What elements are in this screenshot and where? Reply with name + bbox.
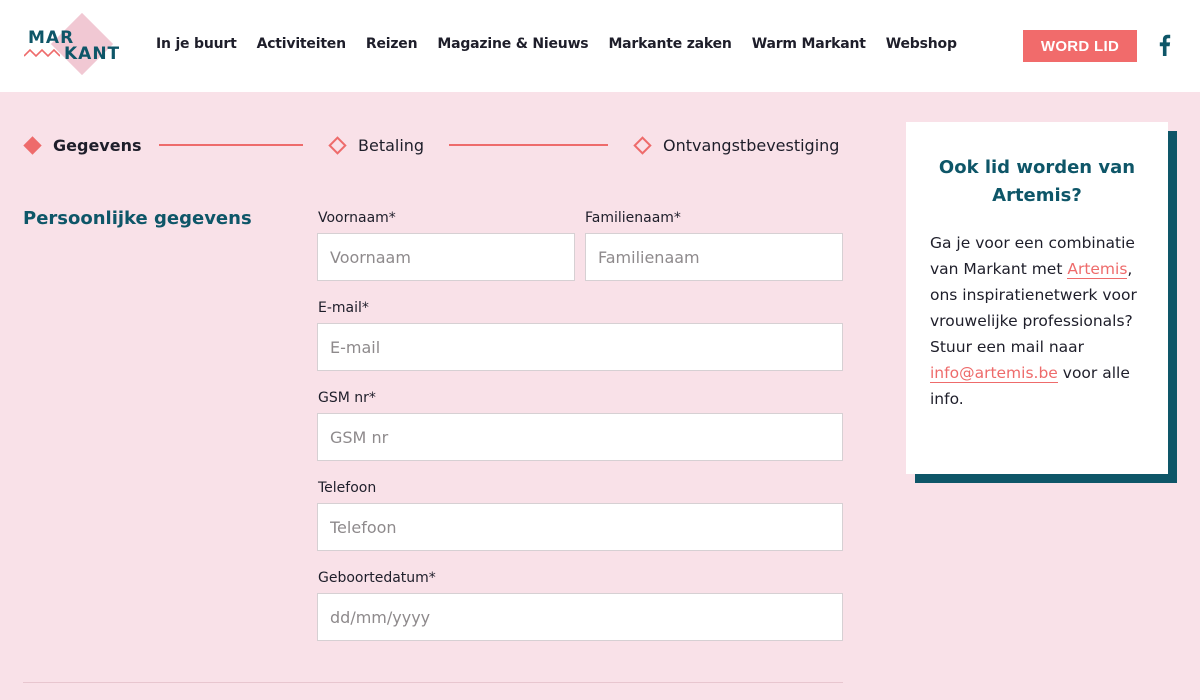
facebook-icon[interactable]: [1156, 34, 1172, 56]
section-title: Persoonlijke gegevens: [23, 208, 252, 229]
nav-item-activiteiten[interactable]: Activiteiten: [257, 36, 346, 52]
markant-logo[interactable]: MAR KANT: [24, 12, 128, 78]
info-card-body: Ga je voor een combinatie van Markant me…: [930, 230, 1144, 412]
step-active-diamond-icon: [23, 136, 42, 155]
geboortedatum-input[interactable]: [317, 593, 843, 641]
section-divider: [23, 682, 843, 683]
nav-item-warm-markant[interactable]: Warm Markant: [752, 36, 866, 52]
step-connector: [449, 144, 608, 146]
geboortedatum-label: Geboortedatum*: [318, 570, 436, 586]
step-inactive-diamond-icon: [633, 136, 652, 155]
gsm-label: GSM nr*: [318, 390, 376, 406]
nav-item-magazine-nieuws[interactable]: Magazine & Nieuws: [437, 36, 588, 52]
artemis-email-link[interactable]: info@artemis.be: [930, 364, 1058, 383]
artemis-info-card: Ook lid worden van Artemis? Ga je voor e…: [906, 122, 1168, 474]
familienaam-input[interactable]: [585, 233, 843, 281]
step-betaling: Betaling: [328, 136, 424, 155]
nav-item-in-je-buurt[interactable]: In je buurt: [156, 36, 237, 52]
email-label: E-mail*: [318, 300, 369, 316]
word-lid-button[interactable]: WORD LID: [1023, 30, 1137, 62]
artemis-link[interactable]: Artemis: [1067, 260, 1128, 279]
step-label: Gegevens: [53, 136, 142, 155]
logo-wave-icon: [24, 48, 60, 58]
step-ontvangstbevestiging: Ontvangstbevestiging: [633, 136, 839, 155]
logo-text-line2: KANT: [64, 44, 121, 64]
step-label: Ontvangstbevestiging: [663, 136, 840, 155]
gsm-input[interactable]: [317, 413, 843, 461]
main-nav: In je buurt Activiteiten Reizen Magazine…: [156, 36, 977, 52]
voornaam-label: Voornaam*: [318, 210, 396, 226]
nav-item-webshop[interactable]: Webshop: [886, 36, 957, 52]
nav-item-markante-zaken[interactable]: Markante zaken: [608, 36, 731, 52]
familienaam-label: Familienaam*: [585, 210, 681, 226]
step-label: Betaling: [358, 136, 425, 155]
email-input[interactable]: [317, 323, 843, 371]
info-card-title: Ook lid worden van Artemis?: [938, 157, 1136, 206]
step-gegevens: Gegevens: [23, 136, 141, 155]
step-inactive-diamond-icon: [328, 136, 347, 155]
telefoon-input[interactable]: [317, 503, 843, 551]
voornaam-input[interactable]: [317, 233, 575, 281]
telefoon-label: Telefoon: [318, 480, 377, 496]
step-connector: [159, 144, 303, 146]
site-header: MAR KANT In je buurt Activiteiten Reizen…: [0, 0, 1200, 92]
nav-item-reizen[interactable]: Reizen: [366, 36, 418, 52]
